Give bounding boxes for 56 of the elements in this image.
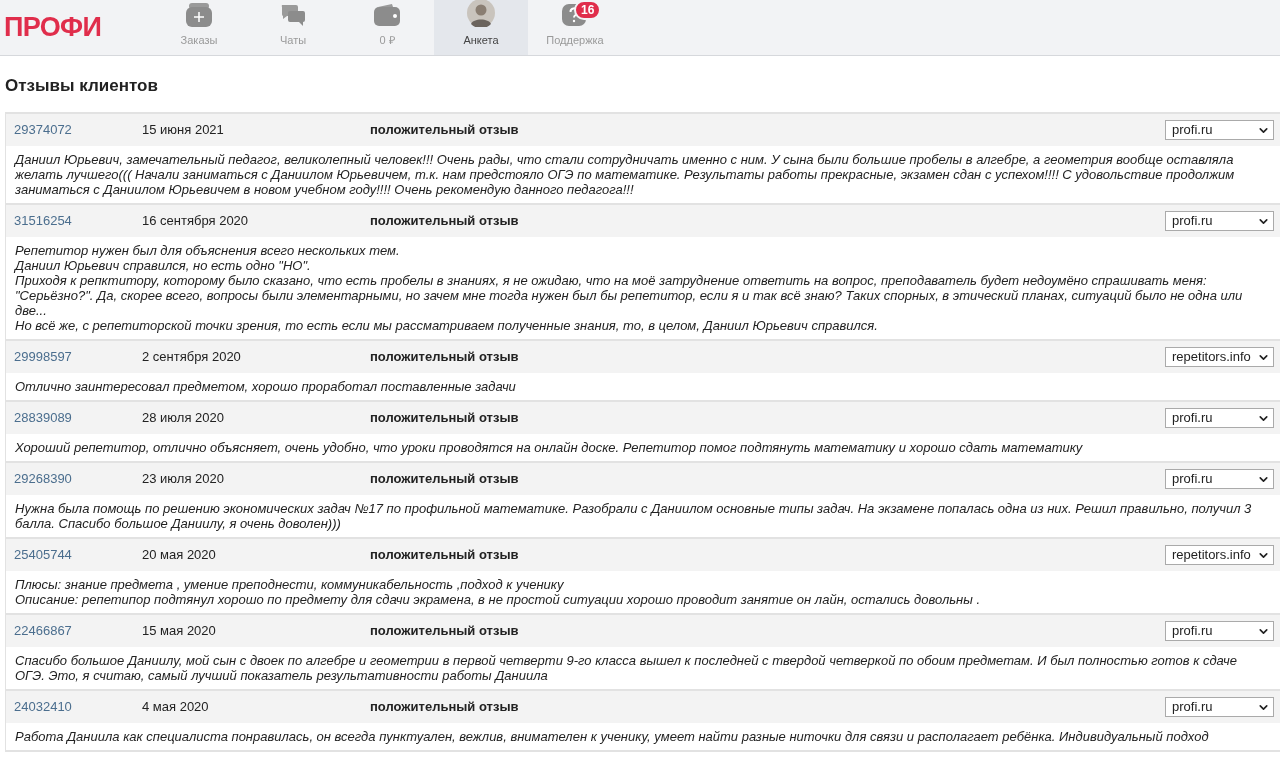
review-text: Даниил Юрьевич справился, но есть одно "НО". bbox=[15, 258, 312, 273]
order-link[interactable]: 29374072 bbox=[6, 120, 142, 140]
source-select[interactable]: profi.ru bbox=[1165, 621, 1274, 641]
nav-tab[interactable]: 16 Поддержка bbox=[528, 0, 622, 55]
nav-tab[interactable]: 0 ₽ bbox=[340, 0, 434, 55]
review-text: Работа Даниила как специалиста понравилась, он всегда пунктуален, вежлив, внимателен к ученику, умеет найти разные ниточки для связи и располагает ребёнка. Индивидуальный подход bbox=[15, 729, 1210, 744]
nav-tab[interactable]: Чаты bbox=[246, 0, 340, 55]
review-type: положительный отзыв bbox=[370, 470, 519, 489]
review-type: положительный отзыв bbox=[370, 409, 519, 428]
review-date: 20 мая 2020 bbox=[142, 546, 217, 565]
plus-box-icon bbox=[186, 2, 212, 27]
review-date: 15 мая 2020 bbox=[142, 622, 217, 641]
review-type: положительный отзыв bbox=[370, 212, 519, 231]
order-link[interactable]: 28839089 bbox=[6, 408, 142, 428]
order-link[interactable]: 22466867 bbox=[6, 621, 142, 641]
source-select[interactable]: repetitors.info bbox=[1165, 545, 1274, 565]
review-text: Плюсы: знание предмета , умение преподнести, коммуникабельность ,подход к ученику bbox=[15, 577, 565, 592]
order-link[interactable]: 29268390 bbox=[6, 469, 142, 489]
review-type: положительный отзыв bbox=[370, 348, 519, 367]
wallet-icon bbox=[374, 2, 400, 27]
review-text: Хороший репетитор, отлично объясняет, очень удобно, что уроки проводятся на онлайн доске. Репетитор помог подтянуть математику и хорошо сдать математику bbox=[15, 440, 1084, 455]
order-link[interactable]: 31516254 bbox=[6, 211, 142, 231]
review-text: Даниил Юрьевич, замечательный педагог, великолепный человек!!! Очень рады, что стали сотрудничать именно с ним. У сына были большие пробелы в алгебре, а геометрия вообще оставляла желать лучшего((( Начали заниматься с Даниилом Юрьевичем, т.к. нам предстояло ОГЭ по математике. Результаты работы прекрасные, экзамен сдан с успехом!!!! С удовольствие продолжим заниматься с Даниилом Юрьевичем в новом учебном году!!!! Очень рекомендую данного педагога!!! bbox=[15, 152, 1236, 197]
review-date: 23 июля 2020 bbox=[142, 470, 225, 489]
review-type: положительный отзыв bbox=[370, 546, 519, 565]
review-date: 2 сентября 2020 bbox=[142, 348, 242, 367]
review-date: 4 мая 2020 bbox=[142, 698, 210, 717]
review-text: Отлично заинтересовал предметом, хорошо проработал поставленные задачи bbox=[15, 379, 517, 394]
review-date: 28 июля 2020 bbox=[142, 409, 225, 428]
review-type: положительный отзыв bbox=[370, 121, 519, 140]
source-select[interactable]: profi.ru bbox=[1165, 697, 1274, 717]
review-text: Спасибо большое Даниилу, мой сын с двоек по алгебре и геометрии в первой четверти 9-го класса вышел к последней с твердой четверкой по обоим предметам. И был полностью готов к сдаче ОГЭ. Это, я считаю, самый лучший показатель результативности работы Даниила bbox=[15, 653, 1238, 683]
source-select[interactable]: profi.ru bbox=[1165, 211, 1274, 231]
review-text: Нужна была помощь по решению экономических задач №17 по профильной математике. Разобрали с Даниилом основные типы задач. На экзамене попалась одна из них. Решил правильно, получил 3 балла. Спасибо большое Даниилу, я очень доволен))) bbox=[15, 501, 1253, 531]
page-title: Отзывы клиентов bbox=[5, 76, 159, 96]
chat-icon bbox=[280, 2, 306, 27]
review-text: Описание: репетипор подтянул хорошо по предмету для сдачи экрамена, в не простой ситуации хорошо проводит занятие он лайн, остались довольны . bbox=[15, 592, 981, 607]
review-date: 15 июня 2021 bbox=[142, 121, 225, 140]
order-link[interactable]: 29998597 bbox=[6, 347, 142, 367]
notification-badge: 16 bbox=[574, 0, 602, 20]
order-link[interactable]: 25405744 bbox=[6, 545, 142, 565]
review-text: Репетитор нужен был для объяснения всего нескольких тем. bbox=[15, 243, 401, 258]
source-select[interactable]: profi.ru bbox=[1165, 408, 1274, 428]
review-type: положительный отзыв bbox=[370, 622, 519, 641]
source-select[interactable]: profi.ru bbox=[1165, 120, 1274, 140]
order-link[interactable]: 24032410 bbox=[6, 697, 142, 717]
review-date: 16 сентября 2020 bbox=[142, 212, 250, 231]
review-type: положительный отзыв bbox=[370, 698, 519, 717]
avatar-icon bbox=[467, 0, 495, 27]
source-select[interactable]: repetitors.info bbox=[1165, 347, 1274, 367]
logo[interactable]: ПРОФИ bbox=[0, 0, 152, 55]
review-text: Приходя к репктитору, которому было сказано, что есть пробелы в знаниях, я не ожидаю, что на моё затруднение ответить на вопрос, преподаватель будет недоумёно спрашивать меня: "Серьёзно?". Да, скорее всего, вопросы были элементарными, но зачем мне тогда нужен был бы репетитор, если я и так всё знаю? Таких спорных, в этический планах, ситуаций было не одна или две... bbox=[15, 273, 1244, 318]
nav-tab[interactable]: Анкета bbox=[434, 0, 528, 55]
nav-tab[interactable]: Заказы bbox=[152, 0, 246, 55]
source-select[interactable]: profi.ru bbox=[1165, 469, 1274, 489]
review-text: Но всё же, с репетиторской точки зрения, то есть если мы рассматриваем полученные знания, то, в целом, Даниил Юрьевич справился. bbox=[15, 318, 879, 333]
